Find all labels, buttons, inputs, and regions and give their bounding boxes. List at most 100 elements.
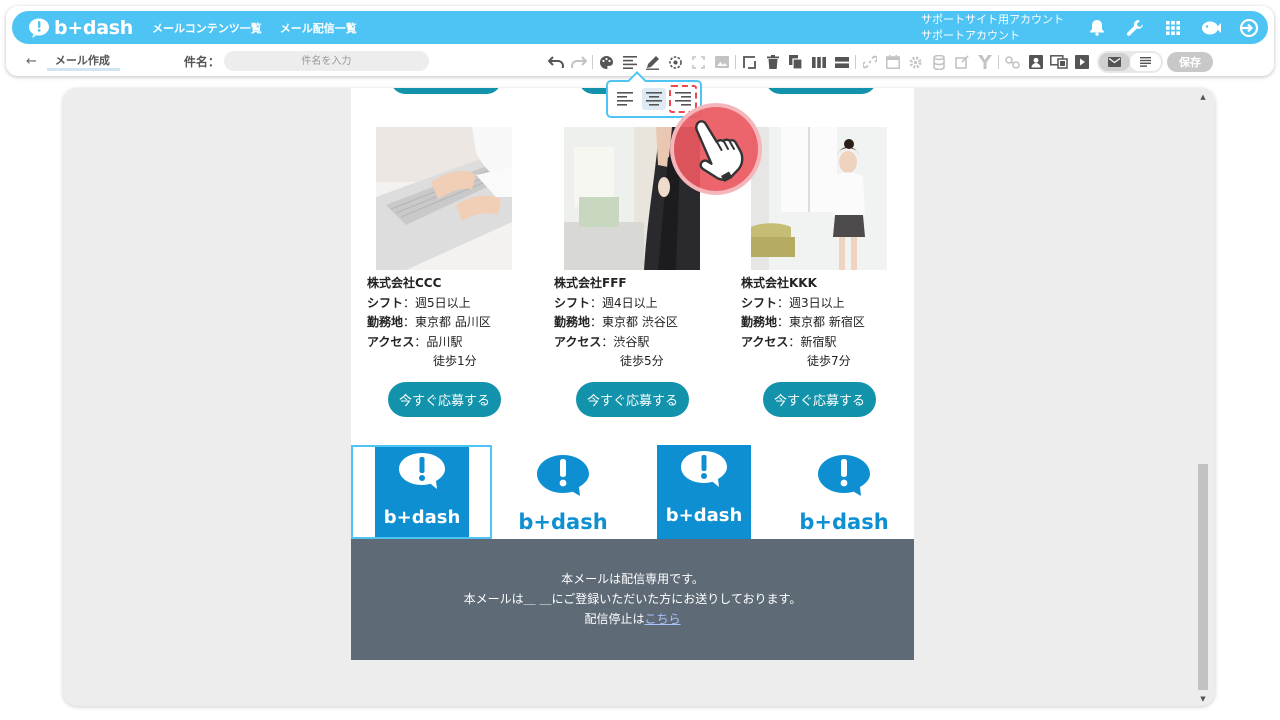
rows-icon[interactable] xyxy=(830,51,853,73)
connect-icon[interactable] xyxy=(1001,51,1024,73)
logout-icon[interactable] xyxy=(1230,11,1268,44)
company-name: 株式会社FFF xyxy=(554,276,627,290)
view-mode-toggle xyxy=(1097,51,1163,73)
bdash-logo-tile[interactable]: b+dash xyxy=(633,445,774,539)
apply-button-partial[interactable] xyxy=(391,88,501,94)
toolbar-divider xyxy=(998,55,999,69)
access-line: アクセス：新宿駅 xyxy=(741,334,837,349)
scrollbar[interactable]: ▲ ▼ xyxy=(1197,92,1209,704)
shift-line: シフト：週4日以上 xyxy=(554,295,658,310)
scroll-up-icon[interactable]: ▲ xyxy=(1197,92,1209,102)
calendar-icon[interactable] xyxy=(881,51,904,73)
apply-button-partial[interactable] xyxy=(766,88,876,94)
link-icon[interactable] xyxy=(858,51,881,73)
toolbar-divider xyxy=(735,55,736,69)
editor-bar: ← メール作成 件名： 件名を入力 保存 xyxy=(6,46,1274,76)
play-icon[interactable] xyxy=(1070,51,1093,73)
arrow-left-icon: ← xyxy=(26,53,37,69)
job-photo-person[interactable] xyxy=(751,127,887,270)
apply-button[interactable]: 今すぐ応募する xyxy=(576,382,689,417)
page-title: メール作成 xyxy=(46,52,120,71)
align-icon[interactable] xyxy=(618,51,641,73)
screens-icon[interactable] xyxy=(1047,51,1070,73)
logo-wordmark: b+dash xyxy=(799,510,888,534)
person-card-icon[interactable] xyxy=(1024,51,1047,73)
walk-time: 徒歩5分 xyxy=(620,354,664,368)
resize-icon[interactable] xyxy=(738,51,761,73)
subject-input[interactable] xyxy=(223,51,429,71)
footer-line-1: 本メールは配信専用です。 xyxy=(561,572,704,586)
expand-icon[interactable] xyxy=(687,51,710,73)
settings-icon[interactable] xyxy=(904,51,927,73)
bdash-logo-tile[interactable]: b+dash xyxy=(492,445,633,539)
apply-button[interactable]: 今すぐ応募する xyxy=(388,382,501,417)
align-left-icon[interactable] xyxy=(613,88,637,110)
bell-icon[interactable] xyxy=(1078,11,1116,44)
logo-row: b+dash b+dash b+dash b+dash xyxy=(351,445,914,539)
logo-text: b+dash xyxy=(54,16,133,39)
trash-icon[interactable] xyxy=(761,51,784,73)
columns-icon[interactable] xyxy=(807,51,830,73)
scrollbar-thumb[interactable] xyxy=(1198,464,1208,690)
walk-time: 徒歩1分 xyxy=(433,354,477,368)
target-icon[interactable] xyxy=(664,51,687,73)
location-line: 勤務地：東京都 新宿区 xyxy=(741,315,865,329)
image-icon[interactable] xyxy=(710,51,733,73)
walk-time: 徒歩7分 xyxy=(807,354,851,368)
app-header: b+dash メールコンテンツ一覧 メール配信一覧 サポートサイト用アカウント … xyxy=(6,6,1274,76)
access-line: アクセス：品川駅 xyxy=(367,334,463,349)
footer-line-3: 配信停止はこちら xyxy=(584,612,681,626)
account-name: サポートアカウント xyxy=(921,28,1020,42)
fish-icon[interactable] xyxy=(1192,11,1230,44)
logo-wordmark: b+dash xyxy=(383,507,460,528)
company-name: 株式会社CCC xyxy=(367,276,442,290)
pen-icon[interactable] xyxy=(641,51,664,73)
mail-icon[interactable] xyxy=(1099,53,1130,71)
bdash-logo-tile[interactable]: b+dash xyxy=(774,445,914,539)
job-card: 株式会社CCC シフト：週5日以上 勤務地：東京都 品川区 アクセス：品川駅 徒… xyxy=(367,127,517,372)
footer-line-2: 本メールは＿ ＿にご登録いただいた方にお送りしております。 xyxy=(463,592,802,606)
grid-icon[interactable] xyxy=(1154,11,1192,44)
undo-icon[interactable] xyxy=(544,51,567,73)
bdash-logo-tile[interactable]: b+dash xyxy=(351,445,492,539)
toolbar-divider xyxy=(855,55,856,69)
job-photo-keyboard[interactable] xyxy=(376,127,512,270)
toolbar-divider xyxy=(592,55,593,69)
filter-icon[interactable] xyxy=(973,51,996,73)
redo-icon[interactable] xyxy=(567,51,590,73)
database-icon[interactable] xyxy=(927,51,950,73)
nav-mail-delivery[interactable]: メール配信一覧 xyxy=(280,20,357,36)
unsubscribe-link[interactable]: こちら xyxy=(645,612,681,626)
job-card: 株式会社KKK シフト：週3日以上 勤務地：東京都 新宿区 アクセス：新宿駅 徒… xyxy=(741,127,891,372)
edit-box-icon[interactable] xyxy=(950,51,973,73)
scroll-down-icon[interactable]: ▼ xyxy=(1197,694,1209,704)
email-footer[interactable]: 本メールは配信専用です。 本メールは＿ ＿にご登録いただいた方にお送りしておりま… xyxy=(351,539,914,660)
save-button[interactable]: 保存 xyxy=(1167,52,1213,72)
logo-bubble-icon xyxy=(29,18,49,38)
align-right-icon[interactable] xyxy=(669,85,697,113)
palette-icon[interactable] xyxy=(595,51,618,73)
back-button[interactable]: ← メール作成 xyxy=(26,52,120,71)
location-line: 勤務地：東京都 品川区 xyxy=(367,315,491,329)
location-line: 勤務地：東京都 渋谷区 xyxy=(554,315,678,329)
apply-button[interactable]: 今すぐ応募する xyxy=(763,382,876,417)
editor-toolbar: 保存 xyxy=(544,51,1213,73)
account-info[interactable]: サポートサイト用アカウント サポートアカウント xyxy=(921,12,1064,44)
top-bar: b+dash メールコンテンツ一覧 メール配信一覧 サポートサイト用アカウント … xyxy=(12,11,1268,44)
logo-wordmark: b+dash xyxy=(518,510,607,534)
access-line: アクセス：渋谷駅 xyxy=(554,334,650,349)
nav-mail-contents[interactable]: メールコンテンツ一覧 xyxy=(152,20,262,36)
shift-line: シフト：週3日以上 xyxy=(741,295,845,310)
wrench-icon[interactable] xyxy=(1116,11,1154,44)
email-preview[interactable]: 株式会社CCC シフト：週5日以上 勤務地：東京都 品川区 アクセス：品川駅 徒… xyxy=(351,88,914,660)
pointer-hand-icon xyxy=(670,103,762,195)
shift-line: シフト：週5日以上 xyxy=(367,295,471,310)
logo-wordmark: b+dash xyxy=(665,505,742,526)
editor-canvas: 株式会社CCC シフト：週5日以上 勤務地：東京都 品川区 アクセス：品川駅 徒… xyxy=(63,88,1215,706)
logo[interactable]: b+dash xyxy=(28,17,140,39)
copy-icon[interactable] xyxy=(784,51,807,73)
subject-label: 件名： xyxy=(183,54,220,69)
company-name: 株式会社KKK xyxy=(741,276,817,290)
text-icon[interactable] xyxy=(1130,53,1161,71)
align-center-icon[interactable] xyxy=(642,88,666,110)
